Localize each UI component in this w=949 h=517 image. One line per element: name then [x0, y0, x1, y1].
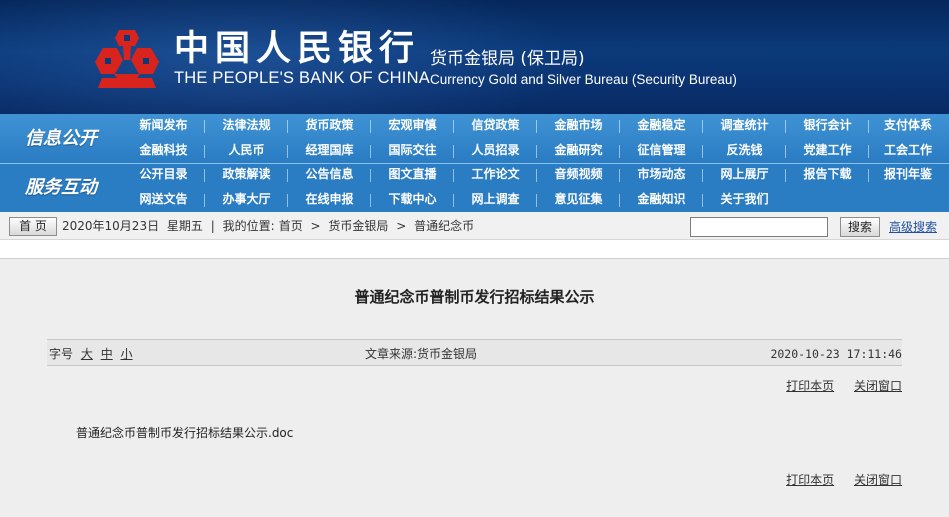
nav-item[interactable]: 网送文告	[122, 188, 205, 213]
nav-item[interactable]: 宏观审慎	[371, 114, 454, 139]
article-actions-top: 打印本页 关闭窗口	[770, 378, 902, 394]
current-weekday: 星期五	[166, 219, 203, 233]
nav-item[interactable]: 金融科技	[122, 139, 205, 164]
nav-item[interactable]: 音频视频	[537, 163, 620, 188]
nav-item[interactable]: 金融市场	[537, 114, 620, 139]
article-title: 普通纪念币普制币发行招标结果公示	[354, 288, 595, 306]
location-label: 我的位置:	[222, 219, 275, 233]
nav-row-2: 金融科技 人民币 经理国库 国际交往 人员招录 金融研究 征信管理 反洗钱 党建…	[122, 139, 949, 164]
advanced-search-link[interactable]: 高级搜索	[889, 219, 937, 235]
font-size-medium-link[interactable]: 中	[101, 347, 113, 361]
nav-item[interactable]: 办事大厅	[205, 188, 288, 213]
nav-item[interactable]: 金融研究	[537, 139, 620, 164]
nav-item[interactable]: 市场动态	[620, 163, 703, 188]
font-size-controls: 字号 大 中 小	[49, 346, 133, 362]
close-window-link[interactable]: 关闭窗口	[854, 473, 902, 487]
nav-item[interactable]: 货币政策	[288, 114, 371, 139]
breadcrumb-arrow: >	[310, 219, 321, 233]
nav-row-1: 新闻发布 法律法规 货币政策 宏观审慎 信贷政策 金融市场 金融稳定 调查统计 …	[122, 114, 949, 139]
bank-name-en: THE PEOPLE'S BANK OF CHINA	[174, 69, 430, 87]
nav-row-4: 网送文告 办事大厅 在线申报 下载中心 网上调查 意见征集 金融知识 关于我们	[122, 188, 949, 213]
nav-label-info-disclosure: 信息公开	[25, 128, 97, 149]
close-window-link[interactable]: 关闭窗口	[854, 379, 902, 393]
nav-item[interactable]: 新闻发布	[122, 114, 205, 139]
bureau-name-en: Currency Gold and Silver Bureau (Securit…	[430, 72, 737, 87]
font-size-large-link[interactable]: 大	[81, 347, 93, 361]
breadcrumb-link-home[interactable]: 首页	[279, 219, 303, 233]
nav-item[interactable]: 图文直播	[371, 163, 454, 188]
nav-item[interactable]: 调查统计	[703, 114, 786, 139]
breadcrumb-bar: 首 页 2020年10月23日 星期五 | 我的位置: 首页 > 货币金银局 > …	[0, 212, 949, 240]
nav-item[interactable]: 人民币	[205, 139, 288, 164]
nav-item[interactable]: 国际交往	[371, 139, 454, 164]
print-page-link[interactable]: 打印本页	[786, 379, 834, 393]
article-area: 普通纪念币普制币发行招标结果公示 字号 大 中 小 文章来源:货币金银局 202…	[0, 258, 949, 517]
home-button[interactable]: 首 页	[9, 217, 57, 236]
breadcrumb-link-bureau[interactable]: 货币金银局	[328, 219, 388, 233]
breadcrumb-link-commemorative-coin[interactable]: 普通纪念币	[414, 219, 474, 233]
print-page-link[interactable]: 打印本页	[786, 473, 834, 487]
current-date: 2020年10月23日	[62, 219, 160, 233]
bureau-name-cn: 货币金银局 (保卫局)	[430, 49, 585, 69]
nav-item[interactable]: 银行会计	[786, 114, 869, 139]
nav-item[interactable]: 工作论文	[454, 163, 537, 188]
attachment-link[interactable]: 普通纪念币普制币发行招标结果公示.doc	[76, 425, 293, 441]
nav-item[interactable]: 网上展厅	[703, 163, 786, 188]
nav-item[interactable]: 法律法规	[205, 114, 288, 139]
site-header: 中国人民银行 THE PEOPLE'S BANK OF CHINA 货币金银局 …	[0, 0, 949, 114]
nav-item[interactable]: 信贷政策	[454, 114, 537, 139]
nav-item[interactable]: 报刊年鉴	[869, 163, 947, 188]
article-source: 文章来源:货币金银局	[365, 347, 478, 361]
search-button[interactable]: 搜索	[840, 217, 880, 237]
nav-item[interactable]: 人员招录	[454, 139, 537, 164]
search-input[interactable]	[690, 217, 828, 237]
nav-row-3: 公开目录 政策解读 公告信息 图文直播 工作论文 音频视频 市场动态 网上展厅 …	[122, 163, 949, 188]
nav-item[interactable]: 意见征集	[537, 188, 620, 213]
bank-name-cn: 中国人民银行	[174, 28, 421, 69]
nav-item[interactable]: 在线申报	[288, 188, 371, 213]
nav-item[interactable]: 报告下载	[786, 163, 869, 188]
nav-item[interactable]: 关于我们	[703, 188, 786, 213]
pboc-logo-icon[interactable]	[92, 28, 162, 90]
nav-item[interactable]: 公开目录	[122, 163, 205, 188]
nav-item[interactable]: 工会工作	[869, 139, 947, 164]
font-size-label: 字号	[49, 347, 74, 361]
nav-label-service-interaction: 服务互动	[25, 177, 97, 198]
nav-item[interactable]: 政策解读	[205, 163, 288, 188]
breadcrumb: 2020年10月23日 星期五 | 我的位置: 首页 > 货币金银局 > 普通纪念…	[62, 218, 478, 234]
nav-item[interactable]: 党建工作	[786, 139, 869, 164]
nav-item[interactable]: 征信管理	[620, 139, 703, 164]
nav-item[interactable]: 支付体系	[869, 114, 947, 139]
breadcrumb-separator: |	[210, 219, 215, 233]
main-nav: 信息公开 服务互动 新闻发布 法律法规 货币政策 宏观审慎 信贷政策 金融市场 …	[0, 114, 949, 212]
nav-item[interactable]: 公告信息	[288, 163, 371, 188]
nav-item[interactable]: 反洗钱	[703, 139, 786, 164]
breadcrumb-arrow: >	[396, 219, 407, 233]
nav-item[interactable]: 金融知识	[620, 188, 703, 213]
nav-item[interactable]: 金融稳定	[620, 114, 703, 139]
article-datetime: 2020-10-23 17:11:46	[770, 347, 902, 361]
article-actions-bottom: 打印本页 关闭窗口	[770, 472, 902, 488]
font-size-small-link[interactable]: 小	[121, 347, 133, 361]
nav-item[interactable]: 网上调查	[454, 188, 537, 213]
nav-item[interactable]: 下载中心	[371, 188, 454, 213]
article-meta-bar: 字号 大 中 小 文章来源:货币金银局 2020-10-23 17:11:46	[47, 339, 902, 366]
nav-item[interactable]: 经理国库	[288, 139, 371, 164]
